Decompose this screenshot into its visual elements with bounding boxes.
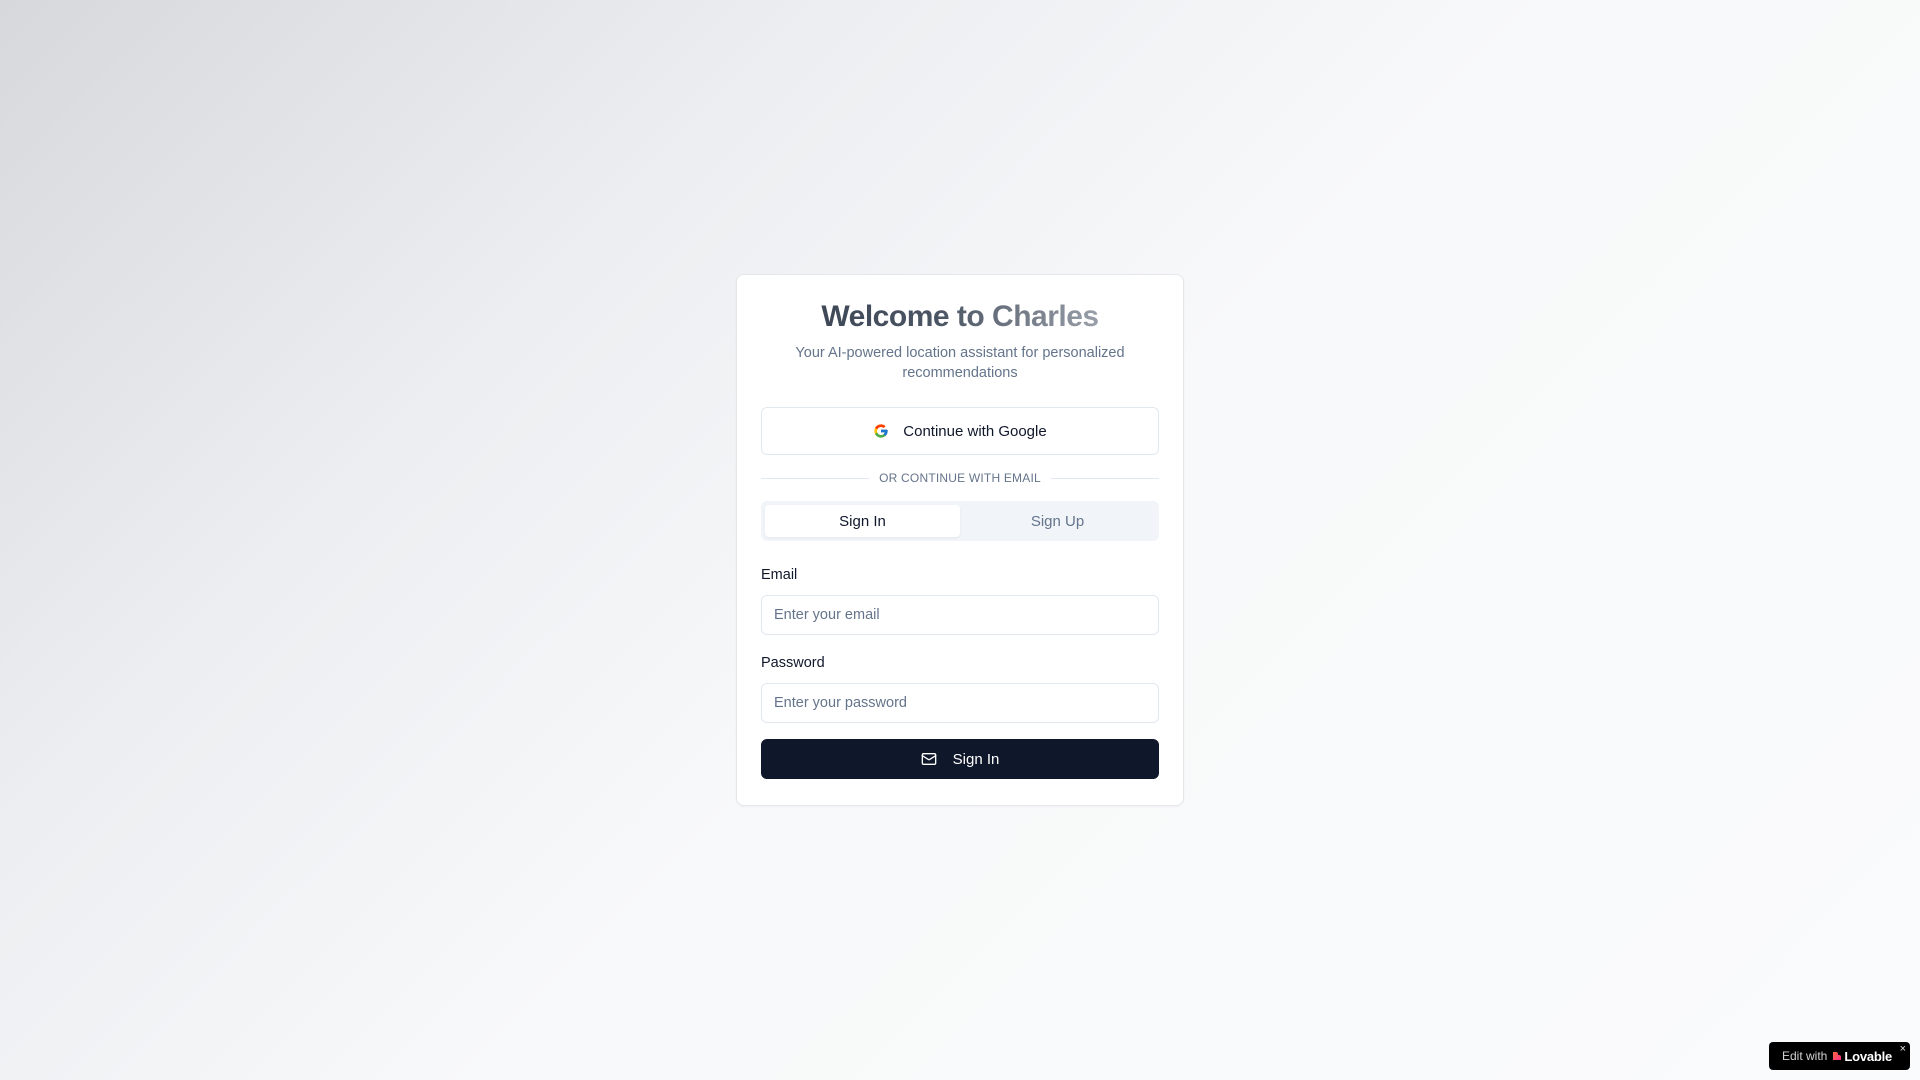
mail-icon — [921, 751, 937, 767]
tab-sign-in[interactable]: Sign In — [765, 505, 960, 537]
email-label: Email — [761, 567, 798, 583]
password-label: Password — [761, 655, 825, 671]
password-field[interactable] — [761, 683, 1159, 723]
divider-line-right — [1050, 477, 1159, 479]
divider-text: OR CONTINUE WITH EMAIL — [879, 471, 1041, 485]
lovable-heart-icon — [1832, 1051, 1842, 1061]
auth-card: Welcome to Charles Your AI-powered locat… — [736, 274, 1184, 806]
google-icon — [873, 423, 889, 439]
sign-in-submit-label: Sign In — [952, 750, 1000, 768]
or-divider: OR CONTINUE WITH EMAIL — [761, 471, 1159, 485]
page-title: Welcome to Charles — [761, 299, 1159, 335]
google-button-label: Continue with Google — [903, 422, 1047, 440]
edit-with-lovable-badge[interactable]: Edit with Lovable × — [1769, 1042, 1910, 1070]
divider-line-left — [761, 477, 870, 479]
badge-close-icon[interactable]: × — [1900, 1043, 1906, 1055]
edit-with-text: Edit with — [1782, 1049, 1828, 1063]
email-field[interactable] — [761, 595, 1159, 635]
tab-sign-up[interactable]: Sign Up — [960, 505, 1155, 537]
sign-in-submit-button[interactable]: Sign In — [761, 739, 1159, 779]
auth-tabs: Sign In Sign Up — [761, 501, 1159, 541]
page-subtitle: Your AI-powered location assistant for p… — [795, 345, 1125, 381]
lovable-brand-text: Lovable — [1844, 1048, 1893, 1064]
continue-with-google-button[interactable]: Continue with Google — [761, 407, 1159, 455]
